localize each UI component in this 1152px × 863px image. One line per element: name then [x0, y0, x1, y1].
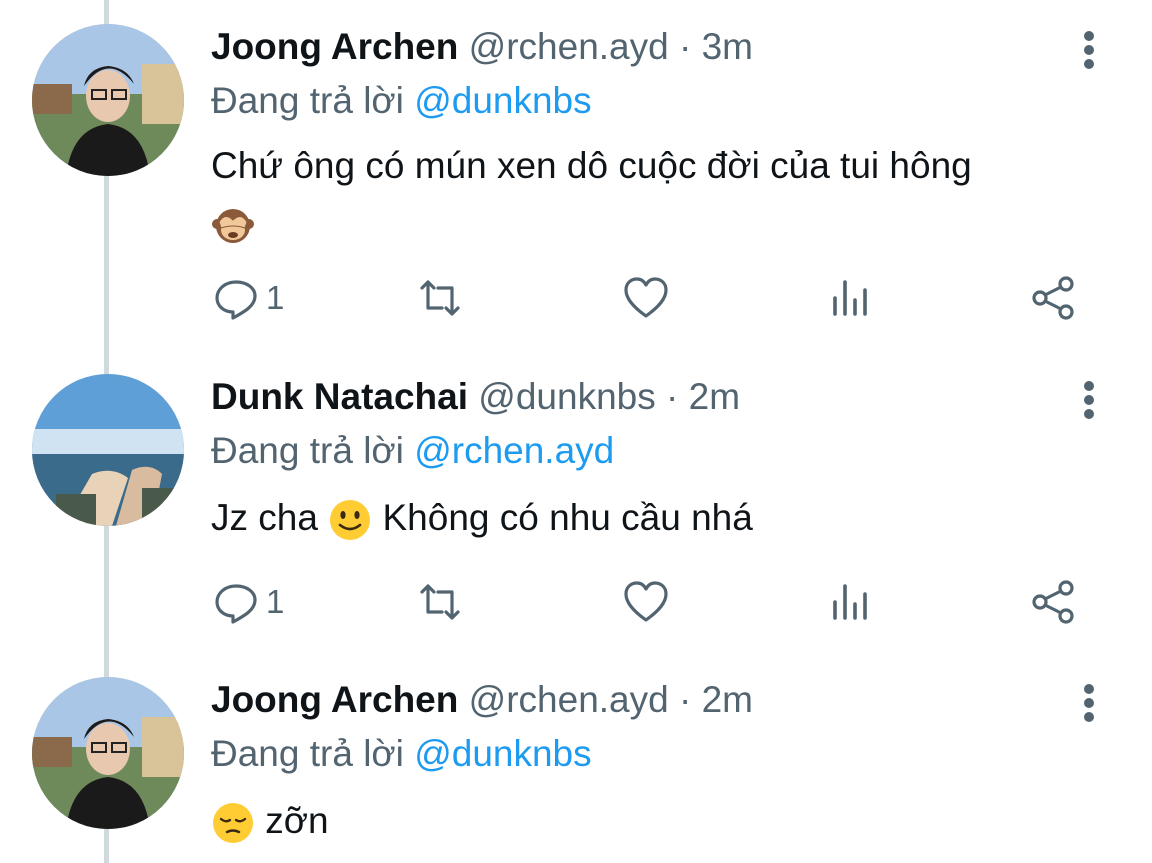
- user-handle[interactable]: @dunknbs: [478, 376, 655, 417]
- pensive-face-icon: [213, 803, 253, 844]
- retweet-button[interactable]: [416, 572, 464, 632]
- tweet-text: Chứ ông có mún xen dô cuộc đời của tui h…: [211, 138, 1091, 250]
- mention-link[interactable]: @rchen.ayd: [414, 430, 614, 471]
- more-options-icon[interactable]: [1072, 25, 1106, 75]
- tweet[interactable]: Dunk Natachai @dunknbs · 2m Đang trả lời…: [0, 350, 1152, 650]
- analytics-button[interactable]: [827, 572, 875, 632]
- joong-avatar-image: [32, 677, 184, 829]
- avatar[interactable]: [32, 24, 184, 176]
- tweet[interactable]: Joong Archen @rchen.ayd · 3m Đang trả lờ…: [0, 0, 1152, 320]
- reply-prefix: Đang trả lời: [211, 430, 404, 471]
- like-button[interactable]: [622, 268, 670, 328]
- more-options-icon[interactable]: [1072, 375, 1106, 425]
- reply-icon: [215, 584, 257, 624]
- retweet-button[interactable]: [416, 268, 464, 328]
- heart-icon: [624, 277, 668, 318]
- retweet-icon: [420, 280, 460, 316]
- tweet-text-content: zỡn: [265, 800, 329, 841]
- avatar[interactable]: [32, 677, 184, 829]
- reply-prefix: Đang trả lời: [211, 733, 404, 774]
- tweet-text-before: Jz cha: [211, 497, 318, 538]
- reply-count: 1: [266, 279, 285, 316]
- replying-to: Đang trả lời @dunknbs: [211, 731, 592, 777]
- replying-to: Đang trả lời @dunknbs: [211, 78, 592, 124]
- share-icon: [1032, 276, 1074, 320]
- timestamp[interactable]: 2m: [702, 679, 753, 720]
- separator: ·: [668, 26, 702, 67]
- reply-prefix: Đang trả lời: [211, 80, 404, 121]
- share-button[interactable]: [1030, 268, 1078, 328]
- tweet-header: Joong Archen @rchen.ayd · 2m: [211, 677, 753, 723]
- display-name[interactable]: Dunk Natachai: [211, 376, 468, 417]
- tweet-header: Joong Archen @rchen.ayd · 3m: [211, 24, 753, 70]
- user-handle[interactable]: @rchen.ayd: [469, 26, 669, 67]
- tweet-actions: 1: [0, 572, 1152, 632]
- dunk-avatar-image: [32, 374, 184, 526]
- avatar[interactable]: [32, 374, 184, 526]
- joong-avatar-image: [32, 24, 184, 176]
- timestamp[interactable]: 3m: [702, 26, 753, 67]
- display-name[interactable]: Joong Archen: [211, 26, 458, 67]
- tweet-text-content: Chứ ông có mún xen dô cuộc đời của tui h…: [211, 145, 972, 186]
- more-options-icon[interactable]: [1072, 678, 1106, 728]
- analytics-button[interactable]: [827, 268, 875, 328]
- like-button[interactable]: [622, 572, 670, 632]
- replying-to: Đang trả lời @rchen.ayd: [211, 428, 614, 474]
- reply-icon: [215, 280, 257, 320]
- user-handle[interactable]: @rchen.ayd: [469, 679, 669, 720]
- tweet-text: zỡn: [211, 793, 1091, 849]
- tweet-text: Jz cha Không có nhu cầu nhá: [211, 490, 1091, 546]
- separator: ·: [655, 376, 689, 417]
- analytics-icon: [833, 584, 867, 620]
- heart-icon: [624, 581, 668, 622]
- display-name[interactable]: Joong Archen: [211, 679, 458, 720]
- see-no-evil-monkey-icon: [212, 209, 254, 244]
- share-icon: [1032, 580, 1074, 624]
- analytics-icon: [833, 280, 867, 316]
- slightly-smiling-face-icon: [330, 500, 371, 541]
- mention-link[interactable]: @dunknbs: [414, 733, 591, 774]
- separator: ·: [668, 679, 702, 720]
- reply-count: 1: [266, 583, 285, 620]
- tweet[interactable]: Joong Archen @rchen.ayd · 2m Đang trả lờ…: [0, 653, 1152, 863]
- timestamp[interactable]: 2m: [689, 376, 740, 417]
- tweet-text-after: Không có nhu cầu nhá: [382, 497, 753, 538]
- mention-link[interactable]: @dunknbs: [414, 80, 591, 121]
- tweet-header: Dunk Natachai @dunknbs · 2m: [211, 374, 740, 420]
- tweet-actions: 1: [0, 268, 1152, 328]
- reply-button[interactable]: 1: [212, 572, 284, 632]
- share-button[interactable]: [1030, 572, 1078, 632]
- reply-button[interactable]: 1: [212, 268, 284, 328]
- retweet-icon: [420, 584, 460, 620]
